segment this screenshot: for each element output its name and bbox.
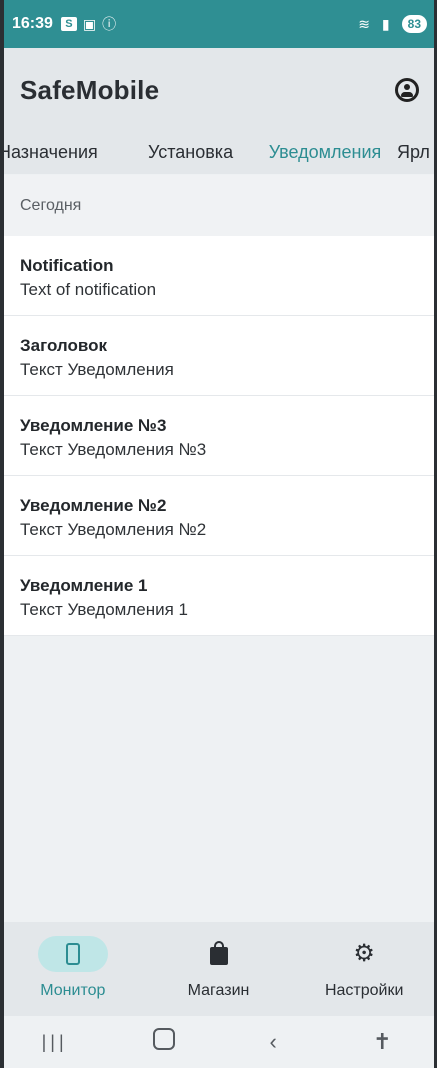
system-navigation-bar: ||| ‹ ✝ <box>0 1016 437 1068</box>
tab-label: Уведомления <box>268 142 382 162</box>
app-bar: SafeMobile <box>0 48 437 132</box>
tab-label: Установка <box>148 142 234 162</box>
shopping-bag-icon <box>209 941 228 965</box>
notification-title: Уведомление №3 <box>20 416 167 435</box>
nav-label: Магазин <box>187 982 250 999</box>
section-header-label: Сегодня <box>20 196 82 214</box>
home-icon[interactable] <box>134 1028 194 1056</box>
nav-settings[interactable]: ⚙ Настройки <box>291 922 437 1016</box>
battery-icon: 83 <box>401 15 427 33</box>
battery-level: 83 <box>407 17 421 31</box>
accessibility-icon[interactable]: ✝ <box>352 1029 412 1055</box>
notification-text: Текст Уведомления №2 <box>20 520 207 539</box>
tab-installation[interactable]: Установка <box>148 140 233 174</box>
notification-title: Заголовок <box>20 336 108 355</box>
back-icon[interactable]: ‹ <box>243 1029 303 1055</box>
section-header: Сегодня <box>0 175 437 236</box>
notification-title: Notification <box>20 256 114 275</box>
notification-item[interactable]: Notification Text of notification <box>0 236 437 316</box>
tab-bar: Назначения Установка Уведомления Ярл <box>0 132 437 174</box>
notification-item[interactable]: Уведомление 1 Текст Уведомления 1 <box>0 556 437 636</box>
tab-label: Назначения <box>0 142 98 162</box>
tab-notifications[interactable]: Уведомления <box>260 140 390 174</box>
wifi-icon: ≋ <box>358 15 370 32</box>
app-title: SafeMobile <box>20 74 160 105</box>
notification-item[interactable]: Уведомление №3 Текст Уведомления №3 <box>0 396 437 476</box>
notification-item[interactable]: Уведомление №2 Текст Уведомления №2 <box>0 476 437 556</box>
tab-labels[interactable]: Ярл <box>397 140 430 174</box>
nav-label: Монитор <box>40 982 106 999</box>
gear-icon: ⚙ <box>353 940 375 967</box>
notification-text: Текст Уведомления №3 <box>20 440 207 459</box>
notification-list: Notification Text of notification Заголо… <box>0 236 437 636</box>
tab-assignments[interactable]: Назначения <box>0 140 98 174</box>
nav-active-pill <box>37 936 108 972</box>
notification-item[interactable]: Заголовок Текст Уведомления <box>0 316 437 396</box>
tab-label: Ярл <box>397 142 430 162</box>
s-icon: S <box>60 17 77 31</box>
notification-text: Text of notification <box>20 280 157 299</box>
phone-icon <box>65 943 80 965</box>
notification-text: Текст Уведомления 1 <box>20 600 188 619</box>
bottom-navigation: Монитор Магазин ⚙ Настройки <box>0 922 437 1016</box>
status-bar: 16:39 S ▣ ⓘ ≋ ▮ 83 <box>0 0 437 48</box>
nfc-icon: ▣ <box>82 15 97 32</box>
nav-shop[interactable]: Магазин <box>146 922 292 1016</box>
notification-title: Уведомление 1 <box>20 576 148 595</box>
account-circle-icon[interactable] <box>395 78 419 102</box>
notification-text: Текст Уведомления <box>20 360 174 379</box>
nav-monitor[interactable]: Монитор <box>0 922 146 1016</box>
status-time: 16:39 <box>12 15 53 32</box>
nav-label: Настройки <box>324 982 404 999</box>
info-icon: ⓘ <box>102 16 117 32</box>
signal-icon: ▮ <box>381 15 390 32</box>
notification-title: Уведомление №2 <box>20 496 167 515</box>
recents-icon[interactable]: ||| <box>25 1032 85 1053</box>
